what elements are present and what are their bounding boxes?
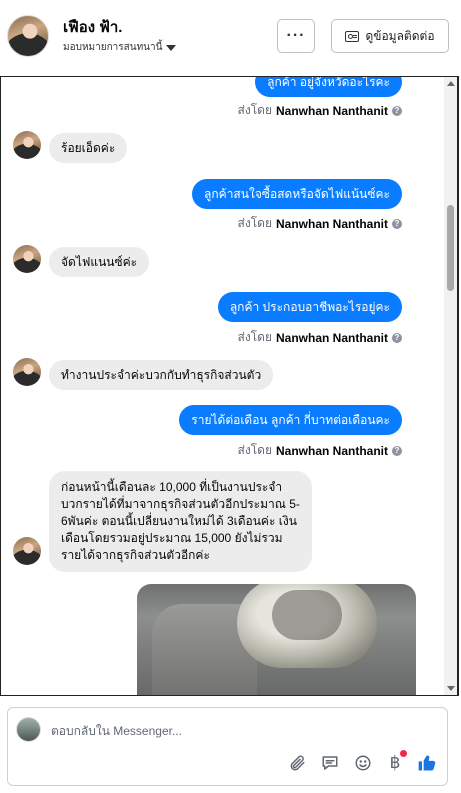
contact-avatar-small (13, 358, 41, 386)
reply-input[interactable] (51, 721, 431, 741)
incoming-message[interactable]: ทำงานประจำค่ะบวกกับทำธุรกิจส่วนตัว (49, 360, 274, 390)
contact-card-icon (345, 30, 360, 42)
message-thread[interactable]: ลูกค้า อยู่จังหวัดอะไรคะ ส่งโดย Nanwhan … (0, 76, 459, 696)
chat-scrollbar[interactable] (444, 77, 457, 695)
help-icon[interactable]: ? (392, 105, 402, 116)
outgoing-message[interactable]: ลูกค้า ประกอบอาชีพอะไรอยู่คะ (217, 292, 402, 322)
like-button[interactable] (416, 752, 438, 774)
more-icon: ··· (286, 27, 306, 44)
help-icon[interactable]: ? (392, 445, 402, 456)
notification-dot (400, 750, 407, 757)
assign-conversation-dropdown[interactable]: มอบหมายการสนทนานี้ (63, 40, 177, 55)
scrollbar-thumb[interactable] (447, 205, 454, 291)
contact-avatar-small (13, 537, 41, 565)
contact-name[interactable]: เฟือง ฟ้า. (63, 15, 122, 39)
attach-file-button[interactable] (286, 752, 308, 774)
photo-detail (272, 590, 342, 640)
smiley-icon (355, 755, 371, 771)
sent-by-agent: Nanwhan Nanthanit (275, 443, 388, 458)
assign-label: มอบหมายการสนทนานี้ (63, 42, 163, 53)
sent-by-prefix: ส่งโดย (237, 103, 272, 117)
chat-bubble-icon (322, 756, 338, 770)
help-icon[interactable]: ? (392, 218, 402, 229)
view-contact-info-label: ดูข้อมูลติดต่อ (365, 28, 435, 43)
sent-by-agent: Nanwhan Nanthanit (275, 216, 388, 231)
message-list: ลูกค้า อยู่จังหวัดอะไรคะ ส่งโดย Nanwhan … (1, 77, 446, 695)
outgoing-message[interactable]: ลูกค้า อยู่จังหวัดอะไรคะ (255, 77, 402, 97)
incoming-message[interactable]: ร้อยเอ็ดค่ะ (49, 133, 128, 163)
paperclip-icon (290, 755, 305, 771)
emoji-button[interactable] (352, 752, 374, 774)
help-icon[interactable]: ? (392, 332, 402, 343)
sent-by-agent: Nanwhan Nanthanit (275, 103, 388, 118)
sent-by-label: ส่งโดย Nanwhan Nanthanit ? (238, 441, 402, 460)
thumbs-up-icon (418, 755, 436, 771)
sent-by-prefix: ส่งโดย (237, 443, 272, 457)
scroll-up-arrow-icon[interactable] (447, 81, 455, 86)
sent-by-label: ส่งโดย Nanwhan Nanthanit ? (238, 214, 402, 233)
page-avatar (16, 717, 41, 742)
more-options-button[interactable]: ··· (277, 19, 315, 53)
contact-avatar-small (13, 245, 41, 273)
scroll-down-arrow-icon[interactable] (447, 686, 455, 691)
sent-by-label: ส่งโดย Nanwhan Nanthanit ? (238, 328, 402, 347)
sent-by-label: ส่งโดย Nanwhan Nanthanit ? (238, 101, 402, 120)
photo-attachment[interactable] (137, 584, 416, 695)
caret-down-icon (166, 44, 177, 51)
baht-icon: ฿ (389, 753, 401, 773)
sent-by-prefix: ส่งโดย (237, 330, 272, 344)
incoming-message[interactable]: ก่อนหน้านี้เดือนละ 10,000 ที่เป็นงานประจ… (49, 471, 312, 572)
sent-by-agent: Nanwhan Nanthanit (275, 330, 388, 345)
contact-avatar-small (13, 131, 41, 159)
view-contact-info-button[interactable]: ดูข้อมูลติดต่อ (331, 19, 449, 53)
sent-by-prefix: ส่งโดย (237, 216, 272, 230)
contact-avatar[interactable] (7, 15, 49, 57)
saved-replies-button[interactable] (319, 752, 341, 774)
outgoing-message[interactable]: ลูกค้าสนใจซื้อสดหรือจัดไฟแน้นซ์คะ (192, 179, 402, 209)
reply-composer: ฿ (7, 707, 448, 786)
payment-button[interactable]: ฿ (384, 750, 407, 774)
incoming-message[interactable]: จัดไฟแนนซ์ค่ะ (49, 247, 150, 277)
outgoing-message[interactable]: รายได้ต่อเดือน ลูกค้า กี่บาทต่อเดือนคะ (179, 405, 402, 435)
conversation-header: เฟือง ฟ้า. มอบหมายการสนทนานี้ ··· ดูข้อม… (0, 0, 461, 76)
